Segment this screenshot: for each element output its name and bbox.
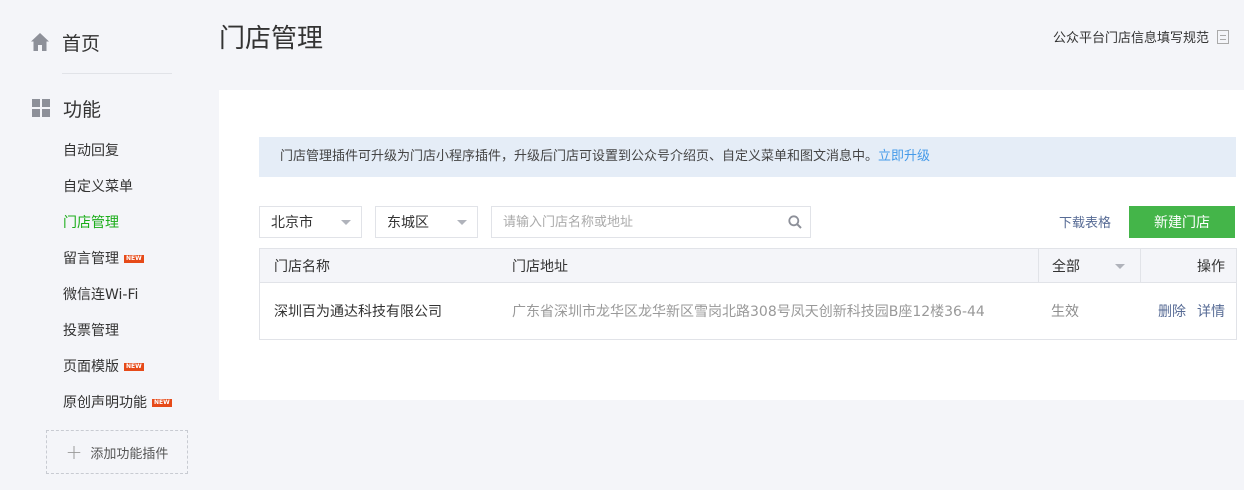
column-header-address: 门店地址: [512, 258, 568, 275]
store-table: 门店名称 门店地址 全部 操作 深圳百为通达科技有限公司 广东省深圳市龙华区龙华…: [259, 248, 1237, 340]
sidebar-item-label: 门店管理: [63, 215, 119, 231]
nav-function-label: 功能: [63, 98, 102, 121]
spec-link[interactable]: 公众平台门店信息填写规范: [1053, 27, 1229, 46]
chevron-down-icon: [341, 220, 351, 225]
sidebar-item-page-template[interactable]: 页面模版 NEW: [63, 357, 144, 377]
delete-link[interactable]: 删除: [1158, 301, 1186, 321]
upgrade-link[interactable]: 立即升级: [878, 149, 930, 164]
column-header-ops: 操作: [1140, 249, 1236, 282]
download-table-link[interactable]: 下载表格: [1059, 212, 1111, 231]
sidebar-item-label: 页面模版: [63, 359, 119, 375]
district-select-value: 东城区: [387, 215, 429, 231]
column-header-name: 门店名称: [274, 258, 330, 275]
spec-link-label: 公众平台门店信息填写规范: [1052, 31, 1209, 46]
home-icon: [31, 33, 49, 51]
store-address: 广东省深圳市龙华区龙华新区雪岗北路308号凤天创新科技园B座12楼36-44: [512, 304, 985, 320]
chevron-down-icon: [1115, 264, 1125, 269]
notice-text: 门店管理插件可升级为门店小程序插件，升级后门店可设置到公众号介绍页、自定义菜单和…: [280, 149, 879, 164]
table-header: 门店名称 门店地址 全部 操作: [260, 249, 1236, 283]
sidebar-item-label: 自动回复: [63, 143, 119, 159]
sidebar-item-label: 原创声明功能: [63, 395, 147, 411]
sidebar-item-comments[interactable]: 留言管理 NEW: [63, 249, 144, 269]
add-plugin-label: 添加功能插件: [90, 446, 169, 462]
sidebar-item-custom-menu[interactable]: 自定义菜单: [63, 177, 133, 197]
city-select-value: 北京市: [271, 215, 313, 231]
sidebar-item-wifi[interactable]: 微信连Wi-Fi: [63, 285, 138, 305]
page: 首页 功能 自动回复 自定义菜单 门店管理 留言管理 NEW 微信连Wi-Fi …: [0, 0, 1244, 490]
sidebar-item-label: 投票管理: [63, 323, 119, 339]
upgrade-notice: 门店管理插件可升级为门店小程序插件，升级后门店可设置到公众号介绍页、自定义菜单和…: [259, 137, 1236, 177]
sidebar-item-original-declaration[interactable]: 原创声明功能 NEW: [63, 393, 172, 413]
sidebar-divider: [62, 73, 172, 74]
chevron-down-icon: [457, 220, 467, 225]
new-badge: NEW: [152, 399, 172, 407]
grid-icon: [32, 99, 50, 117]
district-select[interactable]: 东城区: [375, 206, 478, 238]
nav-function: 功能: [32, 94, 101, 122]
new-badge: NEW: [124, 255, 144, 263]
search-box: [491, 206, 811, 238]
sidebar-item-label: 自定义菜单: [63, 179, 133, 195]
search-input[interactable]: [492, 207, 772, 237]
page-title: 门店管理: [219, 24, 324, 54]
document-icon: [1217, 29, 1229, 44]
sidebar: 首页 功能 自动回复 自定义菜单 门店管理 留言管理 NEW 微信连Wi-Fi …: [0, 0, 200, 490]
detail-link[interactable]: 详情: [1197, 301, 1225, 321]
store-status: 生效: [1051, 304, 1079, 320]
city-select[interactable]: 北京市: [259, 206, 362, 238]
plus-icon: +: [65, 440, 83, 464]
status-filter-label: 全部: [1052, 258, 1080, 275]
sidebar-item-label: 留言管理: [63, 251, 119, 267]
sidebar-item-voting[interactable]: 投票管理: [63, 321, 119, 341]
nav-home[interactable]: 首页: [30, 28, 100, 56]
search-icon[interactable]: [788, 215, 802, 229]
new-badge: NEW: [124, 363, 144, 371]
row-actions: 删除 详情: [1140, 283, 1236, 339]
sidebar-item-auto-reply[interactable]: 自动回复: [63, 141, 119, 161]
table-row: 深圳百为通达科技有限公司 广东省深圳市龙华区龙华新区雪岗北路308号凤天创新科技…: [260, 283, 1236, 339]
sidebar-item-label: 微信连Wi-Fi: [63, 287, 139, 303]
store-name: 深圳百为通达科技有限公司: [274, 304, 442, 320]
main-panel: 门店管理插件可升级为门店小程序插件，升级后门店可设置到公众号介绍页、自定义菜单和…: [219, 90, 1244, 400]
add-plugin-button[interactable]: + 添加功能插件: [46, 430, 188, 474]
status-filter-dropdown[interactable]: 全部: [1038, 249, 1140, 282]
new-store-button[interactable]: 新建门店: [1129, 206, 1235, 238]
nav-home-label: 首页: [62, 32, 101, 55]
sidebar-item-store-management[interactable]: 门店管理: [63, 213, 119, 233]
